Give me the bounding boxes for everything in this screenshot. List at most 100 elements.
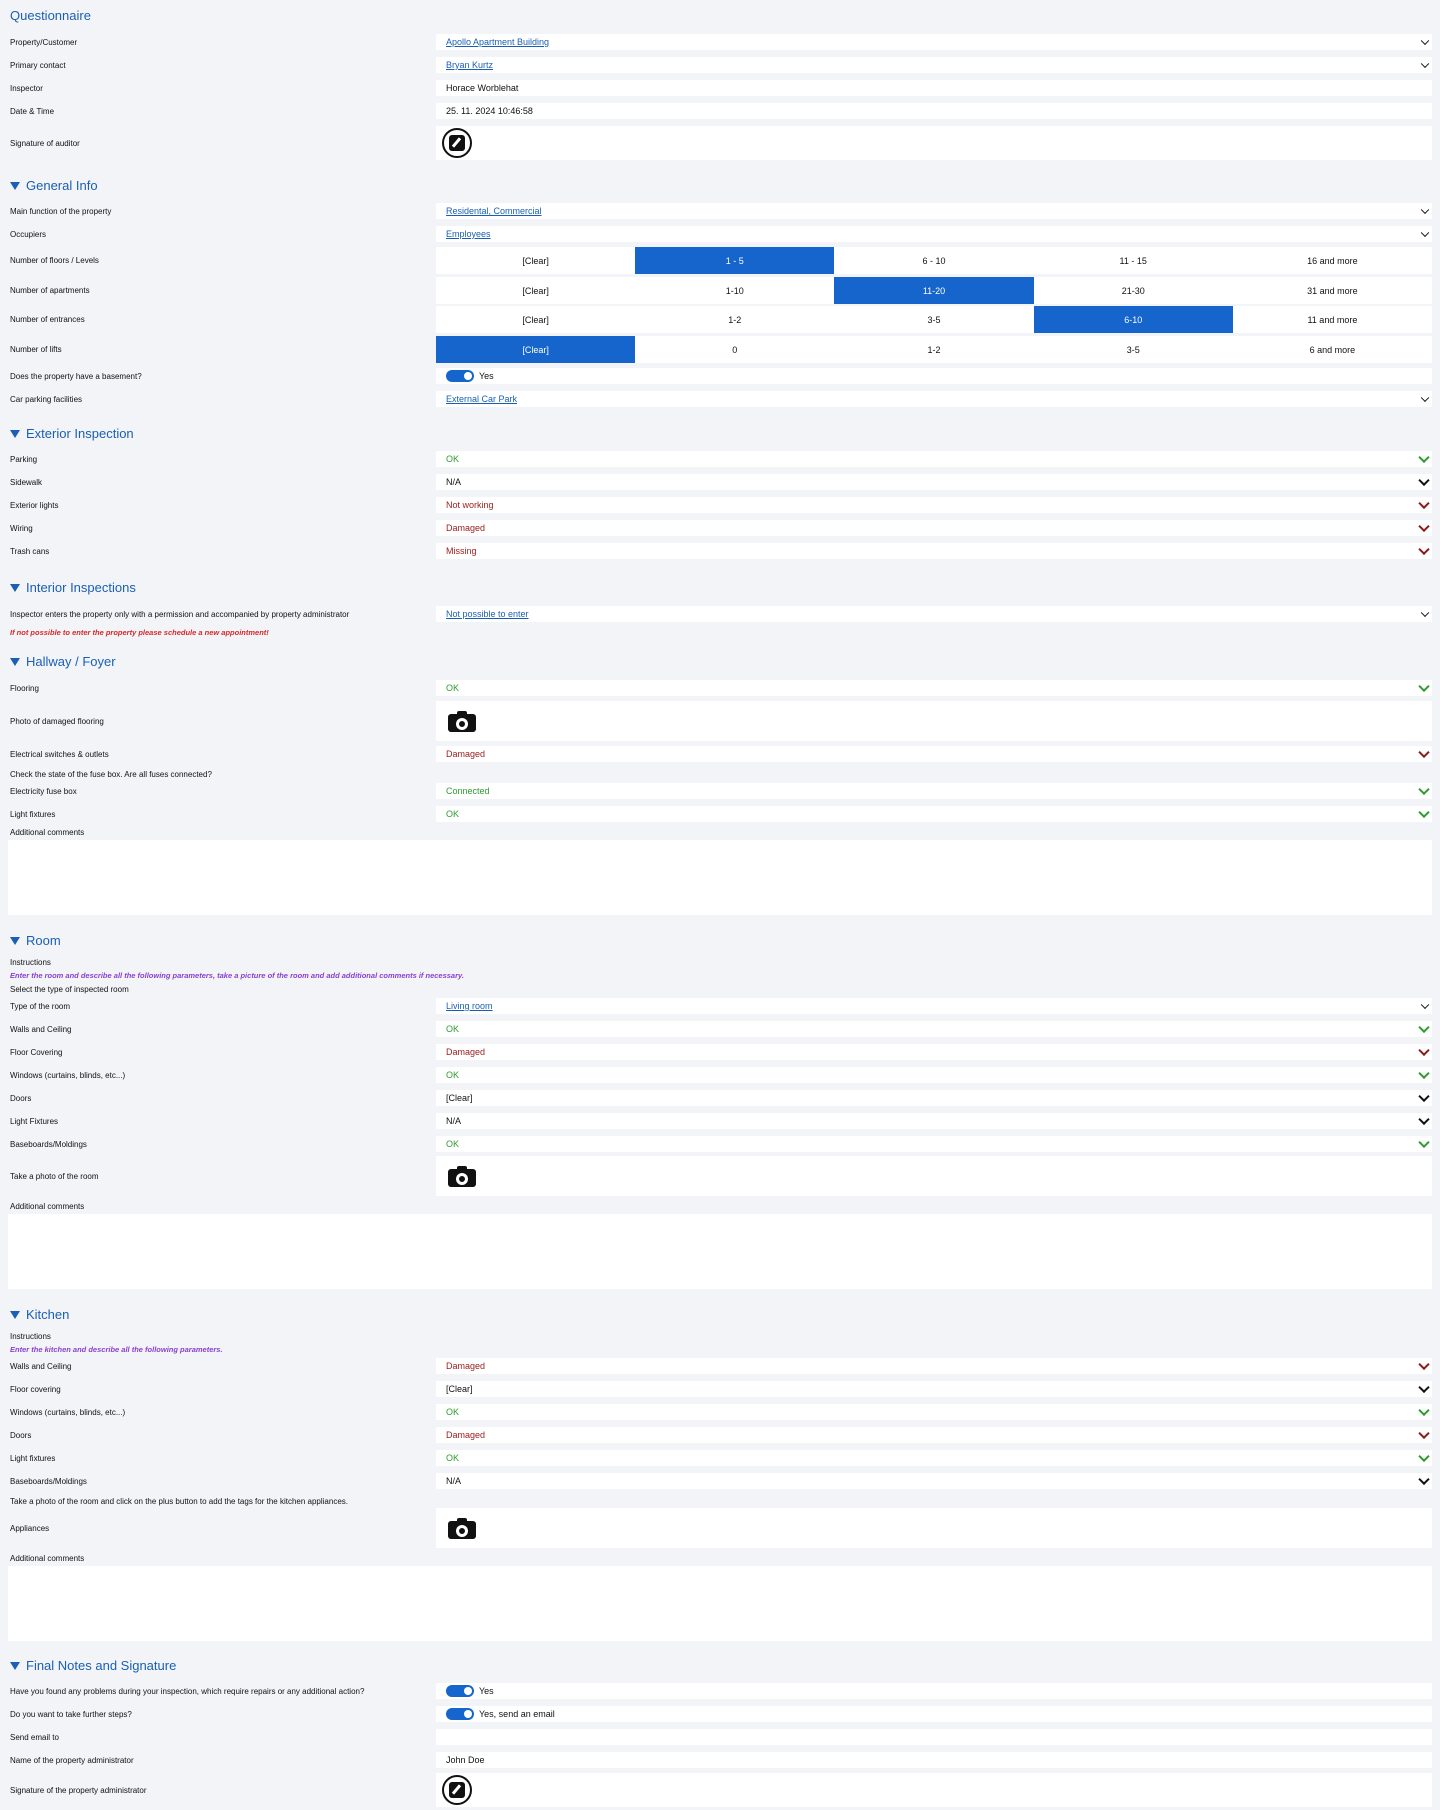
select-value: OK — [446, 454, 460, 464]
segment-option[interactable]: 21-30 — [1034, 277, 1233, 304]
fuse-box-select[interactable]: Connected — [436, 783, 1432, 799]
segment-option[interactable]: 6 - 10 — [834, 247, 1033, 274]
field-label: Type of the room — [10, 1001, 71, 1011]
field-label: Walls and Ceiling — [10, 1024, 72, 1034]
status-select[interactable]: OK — [436, 1067, 1432, 1083]
status-select[interactable]: OK — [436, 451, 1432, 467]
status-select[interactable]: Missing — [436, 543, 1432, 559]
field-label: Doors — [10, 1093, 32, 1103]
segment-option[interactable]: 0 — [635, 336, 834, 363]
section-final-notes[interactable]: Final Notes and Signature — [10, 1658, 176, 1673]
camera-icon[interactable] — [448, 1517, 476, 1539]
segment-option[interactable]: 11 and more — [1233, 306, 1432, 333]
chevron-down-icon — [1418, 1427, 1430, 1440]
admin-name-input[interactable]: John Doe — [436, 1752, 1432, 1768]
status-select[interactable]: N/A — [436, 474, 1432, 490]
segment-option[interactable]: 31 and more — [1233, 277, 1432, 304]
main-function-select[interactable]: Residental, Commercial — [436, 203, 1432, 219]
field-label: Wiring — [10, 523, 33, 533]
send-email-input[interactable] — [436, 1729, 1432, 1745]
parking-facilities-select[interactable]: External Car Park — [436, 391, 1432, 407]
kitchen-comments-textarea[interactable] — [8, 1566, 1432, 1641]
fuse-question: Check the state of the fuse box. Are all… — [10, 770, 212, 779]
permission-select[interactable]: Not possible to enter — [436, 606, 1432, 622]
date-time-field[interactable]: 25. 11. 2024 10:46:58 — [436, 103, 1432, 119]
primary-contact-select[interactable]: Bryan Kurtz — [436, 57, 1432, 73]
camera-icon[interactable] — [448, 1165, 476, 1187]
field-value: Horace Worblehat — [446, 83, 519, 93]
status-select[interactable]: Damaged — [436, 1358, 1432, 1374]
status-select[interactable]: OK — [436, 1136, 1432, 1152]
flooring-select[interactable]: OK — [436, 680, 1432, 696]
status-select[interactable]: OK — [436, 1021, 1432, 1037]
segment-option[interactable]: [Clear] — [436, 247, 635, 274]
segment-option[interactable]: 3-5 — [1034, 336, 1233, 363]
signature-button[interactable] — [442, 128, 472, 158]
signature-button[interactable] — [442, 1775, 472, 1805]
section-kitchen[interactable]: Kitchen — [10, 1307, 69, 1322]
segment-option[interactable]: 1-2 — [834, 336, 1033, 363]
field-label: Do you want to take further steps? — [10, 1709, 132, 1719]
chevron-down-icon — [1420, 205, 1430, 215]
select-value: Bryan Kurtz — [446, 60, 494, 70]
camera-icon[interactable] — [448, 710, 476, 732]
section-hallway-foyer[interactable]: Hallway / Foyer — [10, 654, 116, 669]
segment-option[interactable]: [Clear] — [436, 306, 635, 333]
status-select[interactable]: Damaged — [436, 520, 1432, 536]
basement-toggle[interactable] — [446, 370, 474, 382]
status-select[interactable]: [Clear] — [436, 1381, 1432, 1397]
hallway-comments-textarea[interactable] — [8, 840, 1432, 915]
section-interior-inspections[interactable]: Interior Inspections — [10, 580, 136, 595]
segment-option[interactable]: 3-5 — [834, 306, 1033, 333]
segment-option[interactable]: 1 - 5 — [635, 247, 835, 274]
field-value: 25. 11. 2024 10:46:58 — [446, 106, 533, 116]
section-exterior-inspection[interactable]: Exterior Inspection — [10, 426, 134, 441]
status-select[interactable]: Damaged — [436, 1044, 1432, 1060]
field-label: Does the property have a basement? — [10, 371, 142, 381]
further-steps-toggle[interactable] — [446, 1708, 474, 1720]
segment-option[interactable]: 1-2 — [635, 306, 834, 333]
segment-option[interactable]: 6-10 — [1033, 306, 1233, 333]
entrances-row: Number of entrances [Clear] 1-2 3-5 6-10 11 … — [8, 306, 1432, 333]
collapse-triangle-icon — [10, 1310, 20, 1319]
status-row: Floor covering [Clear] — [8, 1381, 1432, 1397]
segment-option[interactable]: [Clear] — [436, 277, 635, 304]
room-type-select[interactable]: Living room — [436, 998, 1432, 1014]
section-general-info[interactable]: General Info — [10, 178, 98, 193]
entrances-segmented-control: [Clear] 1-2 3-5 6-10 11 and more — [436, 306, 1432, 333]
apartments-row: Number of apartments [Clear] 1-10 11-20 21-… — [8, 277, 1432, 304]
photo-field — [436, 1156, 1432, 1196]
status-select[interactable]: N/A — [436, 1113, 1432, 1129]
segment-option[interactable]: 16 and more — [1233, 247, 1432, 274]
section-title: Room — [26, 933, 61, 948]
problems-toggle[interactable] — [446, 1685, 474, 1697]
inspector-field[interactable]: Horace Worblehat — [436, 80, 1432, 96]
status-row: Walls and Ceiling OK — [8, 1021, 1432, 1037]
field-label: Walls and Ceiling — [10, 1361, 72, 1371]
segment-option[interactable]: 1-10 — [635, 277, 834, 304]
status-select[interactable]: Damaged — [436, 1427, 1432, 1443]
chevron-down-icon — [1418, 451, 1430, 464]
switches-select[interactable]: Damaged — [436, 746, 1432, 762]
status-select[interactable]: OK — [436, 1404, 1432, 1420]
field-label: Light fixtures — [10, 1453, 56, 1463]
field-label: Number of lifts — [10, 345, 62, 354]
segment-option[interactable]: 11-20 — [834, 277, 1034, 304]
segment-option[interactable]: 11 - 15 — [1034, 247, 1233, 274]
occupiers-row: Occupiers Employees — [8, 226, 1432, 242]
chevron-down-icon — [1418, 1404, 1430, 1417]
property-customer-select[interactable]: Apollo Apartment Building — [436, 34, 1432, 50]
occupiers-select[interactable]: Employees — [436, 226, 1432, 242]
status-select[interactable]: OK — [436, 1450, 1432, 1466]
room-type-row: Type of the room Living room — [8, 998, 1432, 1014]
section-room[interactable]: Room — [10, 933, 61, 948]
field-label: Appliances — [10, 1523, 50, 1533]
status-select[interactable]: N/A — [436, 1473, 1432, 1489]
room-comments-textarea[interactable] — [8, 1214, 1432, 1289]
signature-field — [436, 1773, 1432, 1807]
segment-option[interactable]: 6 and more — [1233, 336, 1432, 363]
segment-option[interactable]: [Clear] — [436, 336, 636, 363]
status-select[interactable]: [Clear] — [436, 1090, 1432, 1106]
light-fixtures-select[interactable]: OK — [436, 806, 1432, 822]
status-select[interactable]: Not working — [436, 497, 1432, 513]
